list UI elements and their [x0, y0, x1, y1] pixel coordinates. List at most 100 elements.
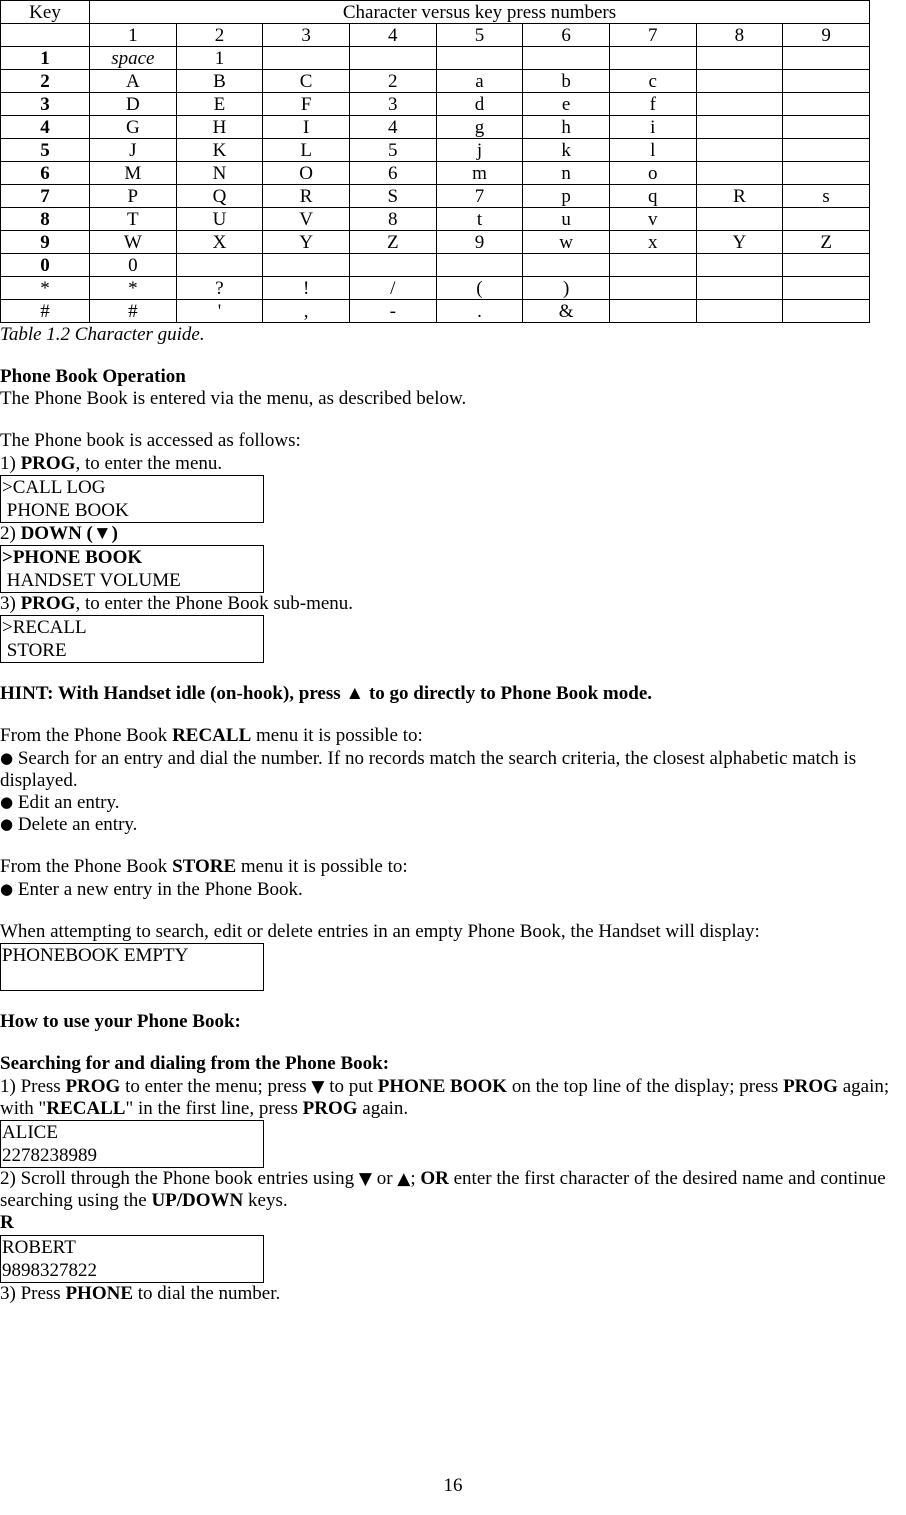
table-cell	[608, 46, 697, 70]
table-cell: O	[262, 161, 350, 185]
recall-keyword: RECALL	[172, 725, 252, 747]
table-cell: 8	[348, 207, 437, 231]
table-cell: N	[175, 161, 264, 185]
table-row: # # ' , - . &	[0, 299, 870, 323]
table-cell: B	[175, 69, 264, 93]
table-key-cell: 0	[0, 253, 90, 277]
press-col-header-7: 7	[608, 23, 697, 47]
table-cell	[695, 161, 784, 185]
table-caption: Table 1.2 Character guide.	[0, 324, 205, 345]
s1-key-prog: PROG	[65, 1075, 121, 1097]
table-row: 9 W X Y Z 9 w x Y Z	[0, 230, 870, 254]
lcd-line-1: >PHONE BOOK	[2, 546, 143, 568]
table-key-cell: *	[0, 276, 90, 300]
press-col-header-6: 6	[522, 23, 610, 47]
table-cell: *	[89, 276, 177, 300]
table-cell: -	[348, 299, 437, 323]
table-key-cell: 5	[0, 138, 90, 162]
table-cell: 6	[348, 161, 437, 185]
how-to-use-step-3: 3) Press PHONE to dial the number.	[0, 1283, 906, 1305]
lcd-line-1: ALICE	[2, 1122, 58, 1143]
s3-p2: to dial the number.	[133, 1282, 281, 1304]
table-cell	[782, 276, 870, 300]
table-cell: '	[175, 299, 264, 323]
s2-p1: 2) Scroll through the Phone book entries…	[0, 1168, 359, 1189]
bullet-icon: ●	[0, 815, 14, 834]
table-cell: g	[435, 115, 524, 139]
lcd-line-1: >CALL LOG	[2, 476, 106, 498]
table-cell: P	[89, 184, 177, 208]
table-cell: a	[435, 69, 524, 93]
table-cell: space	[89, 46, 177, 70]
table-cell	[782, 299, 870, 323]
table-cell: H	[175, 115, 264, 139]
table-cell: 9	[435, 230, 524, 254]
step2-key-down: DOWN (▼)	[20, 522, 119, 544]
table-cell: L	[262, 138, 350, 162]
table-cell: U	[175, 207, 264, 231]
table-cell	[262, 253, 350, 277]
table-cell: Q	[175, 184, 264, 208]
lcd-line-2: 9898327822	[2, 1259, 97, 1281]
table-key-cell: 4	[0, 115, 90, 139]
table-cell: J	[89, 138, 177, 162]
phone-book-step-3: 3) PROG, to enter the Phone Book sub-men…	[0, 593, 906, 615]
table-cell	[782, 138, 870, 162]
table-cell: d	[435, 92, 524, 116]
table-cell: A	[89, 69, 177, 93]
table-cell	[435, 46, 524, 70]
table-row: 1 space 1	[0, 46, 870, 70]
table-key-cell: 2	[0, 69, 90, 93]
bullet-icon: ●	[0, 879, 14, 898]
step3-prefix: 3)	[0, 592, 21, 614]
s1-p3: to put	[324, 1075, 378, 1097]
s2-keyword-or: OR	[420, 1168, 449, 1189]
lcd-display-recall-store: >RECALL STORE	[0, 615, 264, 664]
table-cell: Y	[262, 230, 350, 254]
lcd-line-2: STORE	[2, 640, 67, 662]
table-cell: ?	[175, 276, 264, 300]
table-subheader-blank	[0, 23, 90, 47]
phone-book-intro: The Phone Book is entered via the menu, …	[0, 388, 467, 410]
table-key-cell: 3	[0, 92, 90, 116]
table-row: 8 T U V 8 t u v	[0, 207, 870, 231]
table-cell	[782, 92, 870, 116]
step1-key-prog: PROG	[20, 452, 76, 474]
lcd-display-alice: ALICE 2278238989	[0, 1120, 264, 1168]
s2-p5: keys.	[243, 1190, 288, 1212]
store-menu-lead: From the Phone Book STORE menu it is pos…	[0, 856, 906, 878]
table-row: 0 0	[0, 253, 870, 277]
table-cell	[695, 46, 784, 70]
store-bullet-text: Enter a new entry in the Phone Book.	[17, 878, 303, 900]
s2-p3: ;	[410, 1168, 421, 1189]
list-item: ● Edit an entry.	[0, 792, 906, 814]
phone-book-access-lead: The Phone book is accessed as follows:	[0, 430, 301, 452]
table-cell	[782, 161, 870, 185]
lcd-line-1: >RECALL	[2, 617, 87, 639]
table-cell	[695, 276, 784, 300]
table-cell	[782, 207, 870, 231]
table-cell: c	[608, 69, 697, 93]
table-cell	[175, 253, 264, 277]
document-page: Key Character versus key press numbers 1…	[0, 0, 906, 1515]
step3-key-prog: PROG	[20, 592, 76, 614]
table-row: 2 A B C 2 a b c	[0, 69, 870, 93]
table-row: 4 G H I 4 g h i	[0, 115, 870, 139]
table-row: 7 P Q R S 7 p q R s	[0, 184, 870, 208]
table-header-row: Key Character versus key press numbers	[0, 0, 870, 24]
table-cell: o	[608, 161, 697, 185]
table-key-cell: 6	[0, 161, 90, 185]
table-cell: 7	[435, 184, 524, 208]
table-cell: x	[608, 230, 697, 254]
table-cell: I	[262, 115, 350, 139]
table-cell: q	[608, 184, 697, 208]
list-item: ● Search for an entry and dial the numbe…	[0, 748, 906, 792]
table-cell	[608, 253, 697, 277]
table-cell: f	[608, 92, 697, 116]
table-cell	[695, 92, 784, 116]
table-row: 6 M N O 6 m n o	[0, 161, 870, 185]
up-arrow-icon: ▲	[397, 1169, 411, 1189]
table-cell: 4	[348, 115, 437, 139]
table-cell	[782, 69, 870, 93]
table-cell: ,	[262, 299, 350, 323]
